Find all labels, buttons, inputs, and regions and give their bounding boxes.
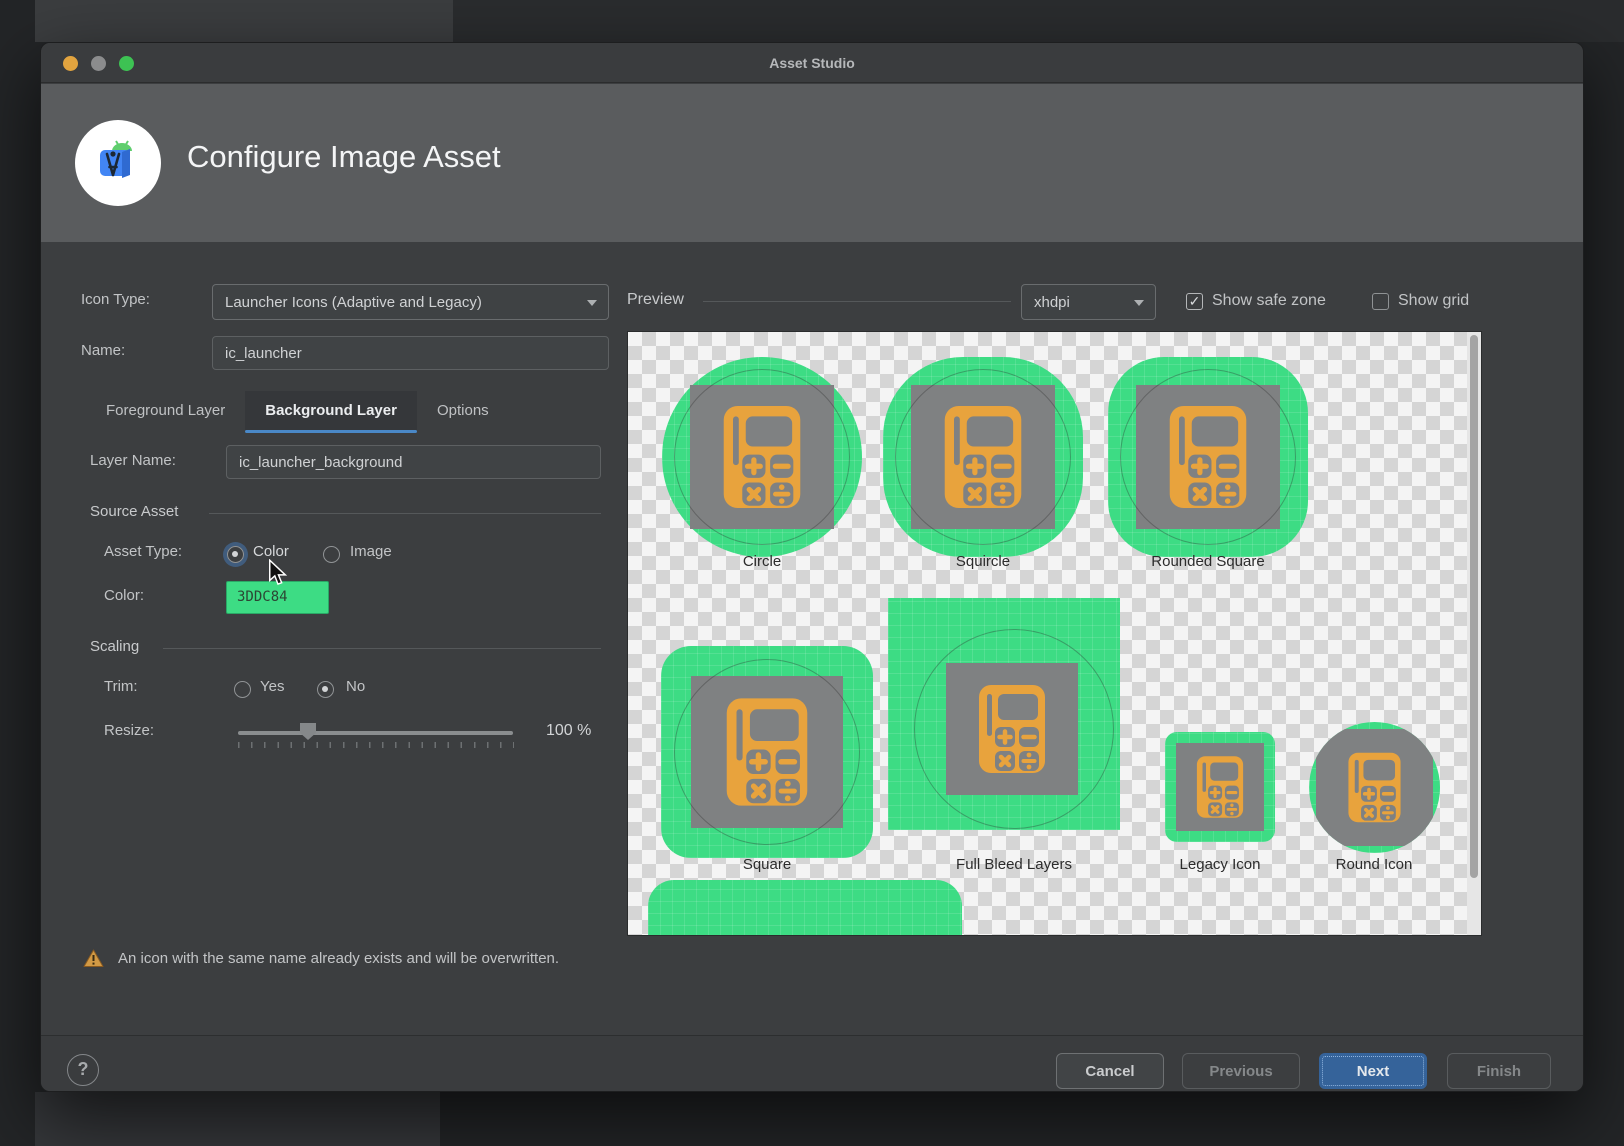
tab-options[interactable]: Options	[417, 391, 509, 433]
source-asset-divider	[209, 513, 601, 514]
preview-icon-full-bleed	[888, 598, 1120, 830]
asset-type-color-option-label[interactable]: Color	[253, 543, 289, 560]
wizard-header: Configure Image Asset	[41, 84, 1583, 242]
preview-label-squircle: Squircle	[956, 553, 1010, 570]
previous-button[interactable]: Previous	[1182, 1053, 1300, 1089]
android-studio-logo-icon	[75, 120, 161, 206]
resize-slider-track[interactable]	[238, 731, 513, 735]
icon-type-label: Icon Type:	[81, 291, 150, 308]
tab-background-layer[interactable]: Background Layer	[245, 391, 417, 433]
preview-label-legacy: Legacy Icon	[1180, 856, 1261, 873]
preview-section-title: Preview	[627, 291, 684, 309]
asset-type-label: Asset Type:	[104, 543, 182, 560]
resize-percent-value: 100 %	[546, 722, 591, 740]
icon-type-select[interactable]: Launcher Icons (Adaptive and Legacy)	[212, 284, 609, 320]
source-asset-section-title: Source Asset	[90, 503, 178, 520]
warning-row: An icon with the same name already exist…	[83, 949, 559, 968]
density-select[interactable]: xhdpi	[1021, 284, 1156, 320]
preview-canvas: Circle Squircle Rounded Square	[627, 331, 1482, 936]
layer-name-value: ic_launcher_background	[239, 454, 402, 471]
background-window-dark-top	[453, 0, 1624, 42]
icon-type-value: Launcher Icons (Adaptive and Legacy)	[225, 294, 482, 311]
asset-type-image-radio[interactable]	[323, 546, 340, 563]
preview-icon-squircle	[883, 357, 1083, 557]
window-title: Asset Studio	[41, 43, 1583, 83]
trim-no-option-label[interactable]: No	[346, 678, 365, 695]
preview-icon-square	[661, 646, 873, 858]
preview-label-full-bleed: Full Bleed Layers	[956, 856, 1072, 873]
preview-icon-legacy	[1165, 732, 1275, 842]
name-value: ic_launcher	[225, 345, 302, 362]
scaling-section-title: Scaling	[90, 638, 139, 655]
scaling-divider	[163, 648, 601, 649]
page-title: Configure Image Asset	[187, 139, 501, 175]
trim-yes-radio[interactable]	[234, 681, 251, 698]
preview-icon-partial	[648, 880, 962, 936]
tab-foreground-layer[interactable]: Foreground Layer	[86, 391, 245, 433]
color-label: Color:	[104, 587, 144, 604]
preview-icon-circle	[662, 357, 862, 557]
help-button[interactable]: ?	[67, 1054, 99, 1086]
preview-icon-round	[1309, 722, 1440, 853]
resize-label: Resize:	[104, 722, 154, 739]
asset-studio-dialog: Asset Studio Configure Image Asset Icon …	[40, 42, 1584, 1092]
preview-icon-rounded-square	[1108, 357, 1308, 557]
cancel-button[interactable]: Cancel	[1056, 1053, 1164, 1089]
layer-tabs: Foreground Layer Background Layer Option…	[86, 391, 509, 433]
next-button[interactable]: Next	[1319, 1053, 1427, 1089]
name-label: Name:	[81, 342, 125, 359]
preview-scrollbar[interactable]	[1467, 332, 1481, 935]
asset-type-color-radio[interactable]	[227, 546, 244, 563]
trim-no-radio[interactable]	[317, 681, 334, 698]
preview-label-circle: Circle	[743, 553, 781, 570]
show-safe-zone-label[interactable]: Show safe zone	[1212, 292, 1326, 310]
chevron-down-icon	[587, 300, 597, 306]
show-grid-label[interactable]: Show grid	[1398, 292, 1469, 310]
mouse-cursor	[267, 559, 289, 589]
background-window-strip-top	[35, 0, 453, 42]
warning-icon	[83, 949, 104, 968]
trim-label: Trim:	[104, 678, 138, 695]
show-safe-zone-checkbox[interactable]: ✓	[1186, 293, 1203, 310]
asset-type-image-option-label[interactable]: Image	[350, 543, 392, 560]
preview-divider	[703, 301, 1011, 302]
resize-slider-thumb[interactable]	[300, 723, 316, 740]
finish-button[interactable]: Finish	[1447, 1053, 1551, 1089]
preview-label-square: Square	[743, 856, 791, 873]
warning-text: An icon with the same name already exist…	[118, 950, 559, 967]
preview-scrollbar-thumb[interactable]	[1470, 335, 1478, 878]
background-window-strip-bottom	[35, 1092, 440, 1146]
density-value: xhdpi	[1034, 294, 1070, 311]
desktop-background: Asset Studio Configure Image Asset Icon …	[0, 0, 1624, 1146]
chevron-down-icon	[1134, 300, 1144, 306]
trim-yes-option-label[interactable]: Yes	[260, 678, 284, 695]
layer-name-input[interactable]: ic_launcher_background	[226, 445, 601, 479]
window-titlebar: Asset Studio	[41, 43, 1583, 83]
layer-name-label: Layer Name:	[90, 452, 176, 469]
resize-slider-ticks	[238, 742, 514, 748]
show-grid-checkbox[interactable]	[1372, 293, 1389, 310]
name-input[interactable]: ic_launcher	[212, 336, 609, 370]
preview-label-rounded-square: Rounded Square	[1151, 553, 1264, 570]
preview-label-round: Round Icon	[1336, 856, 1413, 873]
